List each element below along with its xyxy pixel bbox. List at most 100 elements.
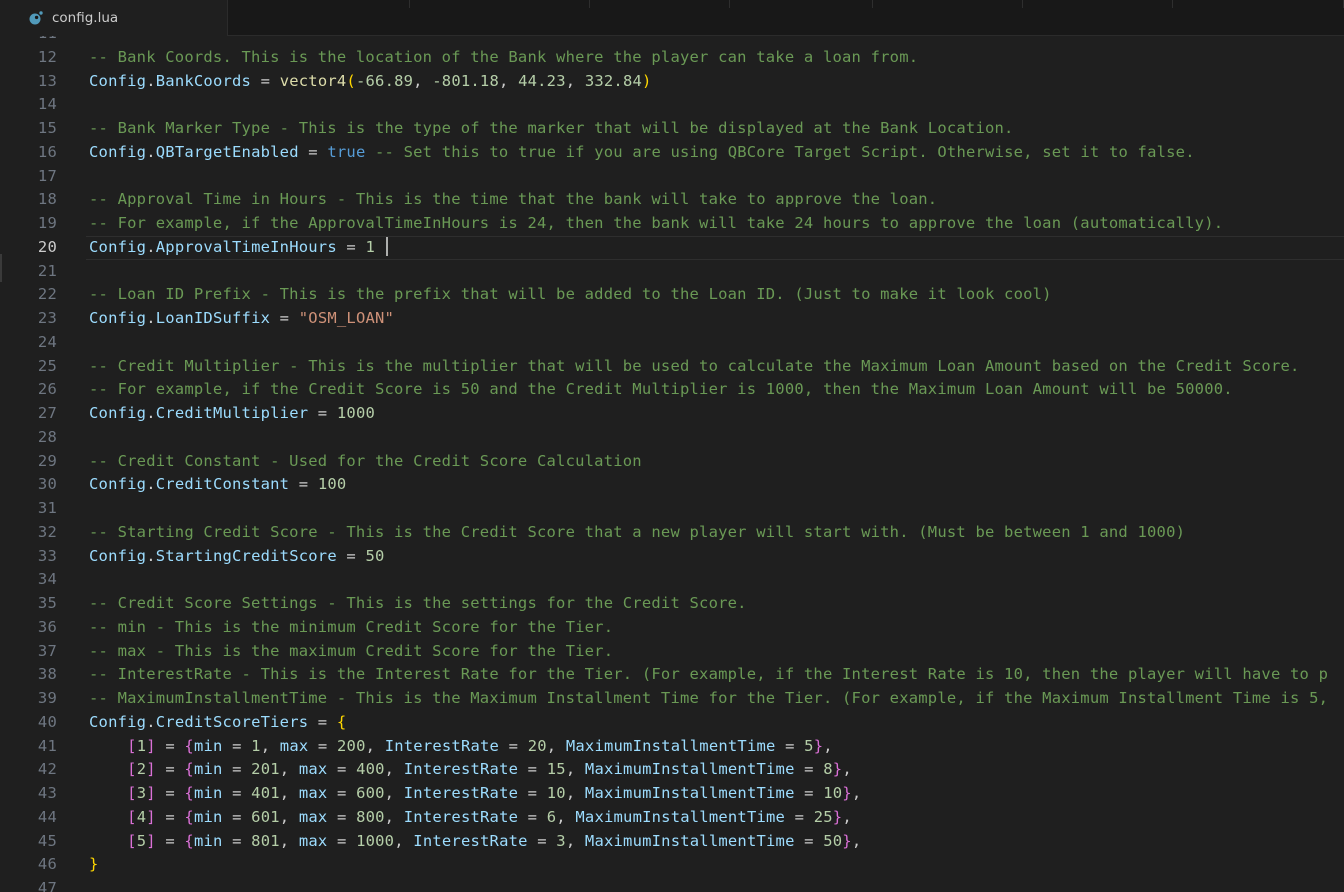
code-token: max bbox=[298, 831, 328, 850]
code-line[interactable]: 22 -- Loan ID Prefix - This is the prefix… bbox=[0, 283, 1344, 307]
code-line[interactable]: 38 -- InterestRate - This is the Interest… bbox=[0, 663, 1344, 687]
tab-inactive[interactable] bbox=[730, 0, 873, 8]
code-token: InterestRate bbox=[403, 807, 519, 826]
code-token: BankCoords bbox=[155, 71, 252, 90]
code-token: , bbox=[851, 831, 862, 850]
code-line[interactable]: 29 -- Credit Constant - Used for the Cred… bbox=[0, 450, 1344, 474]
code-token: = bbox=[222, 736, 252, 755]
code-line[interactable]: 37 -- max - This is the maximum Credit Sc… bbox=[0, 640, 1344, 664]
code-token: } bbox=[842, 831, 852, 850]
code-line[interactable]: 18 -- Approval Time in Hours - This is th… bbox=[0, 188, 1344, 212]
code-token: , bbox=[565, 831, 585, 850]
code-line[interactable]: 13 Config.BankCoords = vector4(-66.89, -8… bbox=[0, 70, 1344, 94]
code-line[interactable]: 17 bbox=[0, 165, 1344, 189]
tab-inactive[interactable] bbox=[1173, 0, 1344, 8]
code-line[interactable]: 30 Config.CreditConstant = 100 bbox=[0, 473, 1344, 497]
tab-inactive[interactable] bbox=[228, 0, 410, 8]
line-number: 25 bbox=[37, 356, 57, 375]
code-line[interactable]: 36 -- min - This is the minimum Credit Sc… bbox=[0, 616, 1344, 640]
code-line[interactable]: 14 bbox=[0, 93, 1344, 117]
code-token: 10 bbox=[823, 784, 843, 802]
line-number: 43 bbox=[37, 784, 57, 802]
tab-inactive[interactable] bbox=[590, 0, 730, 8]
code-line[interactable]: 42 [2] = {min = 201, max = 400, Interest… bbox=[0, 758, 1344, 782]
code-token: 8 bbox=[823, 760, 833, 779]
tab-inactive[interactable] bbox=[873, 0, 1023, 8]
code-token: = bbox=[518, 807, 547, 826]
code-line[interactable]: 12 -- Bank Coords. This is the location o… bbox=[0, 46, 1344, 70]
code-token: Config bbox=[89, 475, 147, 494]
code-line[interactable]: 44 [4] = {min = 601, max = 800, Interest… bbox=[0, 806, 1344, 830]
code-line[interactable]: 46} bbox=[0, 853, 1344, 877]
code-token: Config bbox=[89, 712, 147, 731]
code-line[interactable]: 45 [5] = {min = 801, max = 1000, Interes… bbox=[0, 830, 1344, 854]
code-line[interactable]: 21 bbox=[0, 260, 1344, 284]
code-token: . bbox=[146, 71, 156, 90]
code-token: CreditConstant bbox=[155, 475, 290, 494]
code-token: 332.84 bbox=[584, 71, 643, 90]
code-token: -- Bank Marker Type - This is the type o… bbox=[89, 119, 1014, 137]
code-line[interactable]: 39 -- MaximumInstallmentTime - This is th… bbox=[0, 687, 1344, 711]
code-token: Config bbox=[89, 142, 147, 161]
tab-config-lua[interactable]: config.lua bbox=[0, 0, 228, 36]
code-token: max bbox=[279, 736, 309, 755]
line-number: 36 bbox=[37, 617, 57, 636]
code-text: -- MaximumInstallmentTime - This is the … bbox=[89, 687, 1328, 711]
code-line[interactable]: 26 -- For example, if the Credit Score is… bbox=[0, 378, 1344, 402]
code-token: 3 bbox=[556, 831, 566, 850]
code-line[interactable]: 41 [1] = {min = 1, max = 200, InterestRa… bbox=[0, 735, 1344, 759]
code-token: min bbox=[193, 760, 223, 779]
code-line[interactable]: 28 bbox=[0, 426, 1344, 450]
code-line[interactable]: 23 Config.LoanIDSuffix = "OSM_LOAN" bbox=[0, 307, 1344, 331]
code-token: = bbox=[251, 71, 280, 90]
line-number: 13 bbox=[37, 71, 57, 90]
code-line[interactable]: 16 Config.QBTargetEnabled = true -- Set t… bbox=[0, 141, 1344, 165]
code-token: ] bbox=[146, 760, 156, 779]
code-token: -- For example, if the ApprovalTimeInHou… bbox=[89, 214, 1224, 232]
code-text: -- Bank Coords. This is the location of … bbox=[89, 46, 918, 70]
line-number: 41 bbox=[37, 736, 57, 755]
code-line[interactable]: 20 Config.ApprovalTimeInHours = 1 bbox=[0, 235, 1344, 260]
tab-inactive[interactable] bbox=[410, 0, 590, 8]
code-text: [1] = {min = 1, max = 200, InterestRate … bbox=[89, 735, 833, 759]
code-line[interactable]: 43 [3] = {min = 401, max = 600, Interest… bbox=[0, 782, 1344, 806]
code-token: 44.23 bbox=[518, 71, 566, 90]
code-token: CreditMultiplier bbox=[155, 404, 309, 422]
code-line[interactable]: 11 bbox=[0, 36, 1344, 46]
code-line[interactable]: 25 -- Credit Multiplier - This is the mul… bbox=[0, 355, 1344, 379]
code-line[interactable]: 24 bbox=[0, 331, 1344, 355]
code-line[interactable]: 34 bbox=[0, 568, 1344, 592]
line-number: 30 bbox=[37, 475, 57, 494]
code-token: = bbox=[308, 736, 337, 755]
code-line[interactable]: 31 bbox=[0, 497, 1344, 521]
code-line[interactable]: 32 -- Starting Credit Score - This is the… bbox=[0, 521, 1344, 545]
code-lines: 1112-- Bank Coords. This is the location… bbox=[0, 36, 1344, 892]
line-number: 11 bbox=[0, 36, 57, 46]
code-token: = bbox=[794, 760, 824, 779]
code-token: ] bbox=[146, 831, 156, 850]
line-number: 20 bbox=[37, 237, 57, 256]
lua-file-icon bbox=[29, 11, 43, 25]
code-token: [ bbox=[127, 760, 137, 779]
code-text: -- max - This is the maximum Credit Scor… bbox=[89, 640, 613, 664]
code-token: min bbox=[193, 784, 223, 802]
code-line[interactable]: 15 -- Bank Marker Type - This is the type… bbox=[0, 117, 1344, 141]
code-line[interactable]: 40 Config.CreditScoreTiers = { bbox=[0, 711, 1344, 735]
code-line[interactable]: 33 Config.StartingCreditScore = 50 bbox=[0, 545, 1344, 569]
code-token: = bbox=[775, 736, 805, 755]
code-token: 801 bbox=[251, 831, 280, 850]
code-editor[interactable]: 1112-- Bank Coords. This is the location… bbox=[0, 36, 1344, 892]
code-token: } bbox=[832, 807, 843, 826]
code-token: MaximumInstallmentTime bbox=[575, 807, 786, 826]
code-line[interactable]: 47 bbox=[0, 877, 1344, 892]
code-token: InterestRate bbox=[403, 760, 519, 779]
tab-inactive[interactable] bbox=[1023, 0, 1173, 8]
code-token: = bbox=[327, 831, 357, 850]
code-text: [3] = {min = 401, max = 600, InterestRat… bbox=[89, 782, 861, 806]
code-token: = bbox=[336, 237, 366, 256]
code-line[interactable]: 19 -- For example, if the ApprovalTimeInH… bbox=[0, 212, 1344, 236]
code-line[interactable]: 35 -- Credit Score Settings - This is the… bbox=[0, 592, 1344, 616]
code-line[interactable]: 27 Config.CreditMultiplier = 1000 bbox=[0, 402, 1344, 426]
